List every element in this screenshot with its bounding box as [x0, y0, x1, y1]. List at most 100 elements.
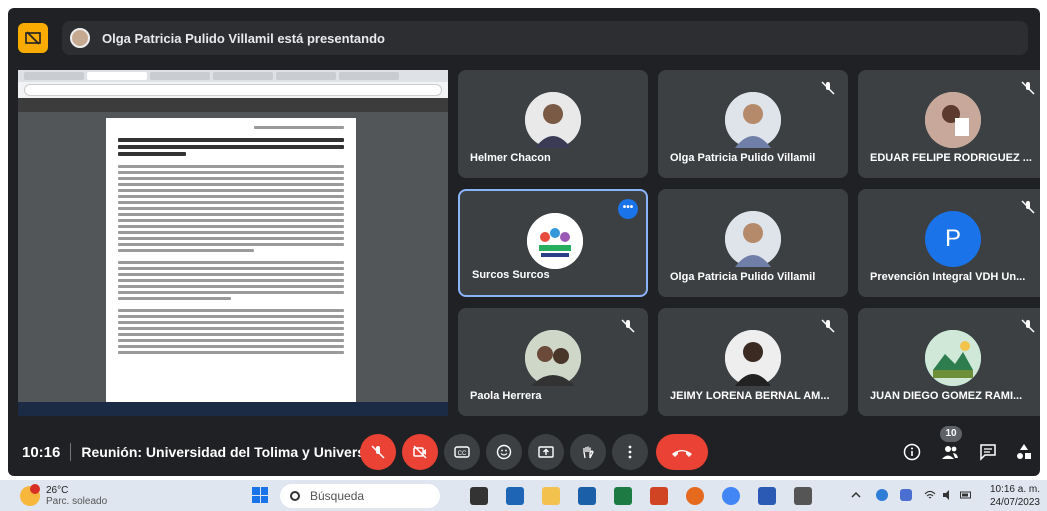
camera-off-icon — [413, 445, 427, 459]
mic-off-icon — [1021, 81, 1035, 95]
weather-widget[interactable]: 26°C Parc. soleado — [20, 484, 110, 508]
weather-alert-badge — [30, 484, 40, 494]
volume-icon[interactable] — [942, 489, 954, 501]
avatar — [525, 330, 581, 386]
app-icon[interactable] — [578, 487, 596, 505]
search-placeholder: Búsqueda — [310, 489, 365, 503]
raise-hand-button[interactable] — [570, 434, 606, 470]
participant-name: Surcos Surcos — [472, 269, 550, 281]
excel-icon[interactable] — [614, 487, 632, 505]
svg-text:CC: CC — [458, 451, 467, 457]
present-screen-icon — [25, 31, 41, 45]
presenter-text: Olga Patricia Pulido Villamil está prese… — [102, 30, 385, 46]
captions-button[interactable]: CC — [444, 434, 480, 470]
participant-name: Paola Herrera — [470, 390, 542, 402]
clock-date: 24/07/2023 — [989, 497, 1040, 508]
shared-screen[interactable] — [18, 70, 448, 416]
presenter-avatar — [70, 28, 90, 48]
more-options-button[interactable] — [612, 434, 648, 470]
browser-tabs — [18, 70, 448, 82]
mic-toggle-button[interactable] — [360, 434, 396, 470]
task-view-icon[interactable] — [470, 487, 488, 505]
participant-name: JEIMY LORENA BERNAL AM... — [670, 390, 830, 402]
participant-name: Olga Patricia Pulido Villamil — [670, 271, 816, 283]
browser-url-bar — [24, 84, 442, 96]
battery-icon[interactable] — [960, 489, 972, 501]
avatar — [527, 213, 583, 269]
avatar — [925, 92, 981, 148]
participant-tile[interactable]: P Prevención Integral VDH Un... — [858, 189, 1040, 297]
activities-button[interactable] — [1010, 438, 1038, 466]
presenting-bar: Olga Patricia Pulido Villamil está prese… — [18, 20, 1028, 56]
tray-app-icon[interactable] — [876, 489, 888, 501]
meeting-time: 10:16 — [22, 443, 61, 461]
calculator-icon[interactable] — [794, 487, 812, 505]
weather-condition: Parc. soleado — [46, 496, 108, 507]
firefox-icon[interactable] — [686, 487, 704, 505]
temperature: 26°C — [46, 485, 69, 496]
captions-icon: CC — [454, 446, 470, 458]
participant-tile[interactable]: Paola Herrera — [458, 308, 648, 416]
participant-tile[interactable]: Olga Patricia Pulido Villamil — [658, 189, 848, 297]
participant-tile-selected[interactable]: ••• Surcos Surcos — [458, 189, 648, 297]
shared-taskbar — [18, 402, 448, 416]
mic-off-icon — [1021, 319, 1035, 333]
start-button[interactable] — [252, 487, 268, 503]
system-clock[interactable]: 10:16 a. m. 24/07/2023 — [985, 483, 1040, 509]
participant-name: EDUAR FELIPE RODRIGUEZ ... — [870, 152, 1032, 164]
leave-call-button[interactable] — [656, 434, 708, 470]
reactions-button[interactable] — [486, 434, 522, 470]
camera-toggle-button[interactable] — [402, 434, 438, 470]
mic-off-icon — [1021, 200, 1035, 214]
avatar — [925, 330, 981, 386]
presenter-info: Olga Patricia Pulido Villamil está prese… — [62, 21, 1028, 55]
participant-name: JUAN DIEGO GOMEZ RAMI... — [870, 390, 1023, 402]
chat-button[interactable] — [974, 438, 1002, 466]
more-options-button[interactable]: ••• — [618, 199, 638, 219]
meeting-controls: 10:16 Reunión: Universidad del Tolima y … — [8, 426, 1040, 476]
meeting-title: Reunión: Universidad del Tolima y Univer… — [81, 444, 381, 460]
participant-tile[interactable]: JUAN DIEGO GOMEZ RAMI... — [858, 308, 1040, 416]
shapes-icon — [1017, 444, 1031, 459]
wifi-icon[interactable] — [924, 489, 936, 501]
powerpoint-icon[interactable] — [650, 487, 668, 505]
mic-off-icon — [621, 319, 635, 333]
avatar — [725, 211, 781, 267]
meeting-details-button[interactable] — [898, 438, 926, 466]
mic-off-icon — [821, 319, 835, 333]
avatar — [725, 92, 781, 148]
present-button[interactable] — [528, 434, 564, 470]
chevron-up-icon[interactable] — [850, 489, 862, 501]
participant-name: Olga Patricia Pulido Villamil — [670, 152, 816, 164]
divider — [70, 443, 72, 461]
pdf-toolbar — [18, 98, 448, 112]
hang-up-icon — [672, 450, 692, 457]
avatar — [525, 92, 581, 148]
avatar-initial: P — [925, 211, 981, 267]
present-icon — [538, 446, 554, 458]
file-explorer-icon[interactable] — [542, 487, 560, 505]
word-icon[interactable] — [758, 487, 776, 505]
participant-name: Helmer Chacon — [470, 152, 551, 164]
participant-name: Prevención Integral VDH Un... — [870, 271, 1026, 283]
participant-tile[interactable]: JEIMY LORENA BERNAL AM... — [658, 308, 848, 416]
people-button[interactable]: 10 — [936, 426, 964, 466]
avatar — [725, 330, 781, 386]
info-icon — [903, 443, 921, 461]
taskbar-search[interactable]: Búsqueda — [280, 484, 440, 508]
app-icon[interactable] — [506, 487, 524, 505]
people-icon — [942, 446, 958, 459]
more-vert-icon — [628, 445, 632, 459]
windows-taskbar: 26°C Parc. soleado Búsqueda 10:16 a. m. … — [0, 480, 1047, 511]
participant-tile[interactable]: EDUAR FELIPE RODRIGUEZ ... — [858, 70, 1040, 178]
participant-tile[interactable]: Helmer Chacon — [458, 70, 648, 178]
mic-off-icon — [821, 81, 835, 95]
mic-off-icon — [371, 445, 385, 459]
tray-app-icon[interactable] — [900, 489, 912, 501]
chrome-icon[interactable] — [722, 487, 740, 505]
stop-presenting-button[interactable] — [18, 23, 48, 53]
participant-tile[interactable]: Olga Patricia Pulido Villamil — [658, 70, 848, 178]
participant-count-badge: 10 — [940, 426, 962, 442]
emoji-icon — [496, 444, 512, 460]
meet-window: Olga Patricia Pulido Villamil está prese… — [8, 8, 1040, 476]
